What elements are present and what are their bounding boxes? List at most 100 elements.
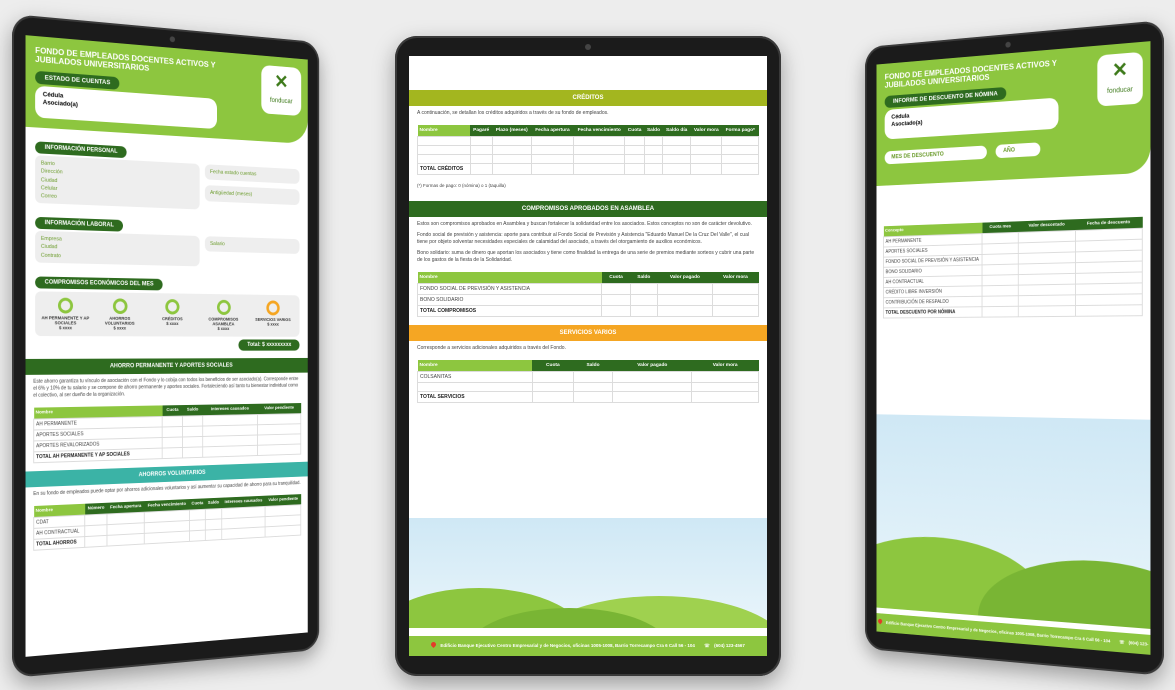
col-saldo: Saldo bbox=[630, 272, 658, 284]
col-plazo: Plazo (meses) bbox=[492, 125, 532, 137]
col-cuota: Cuota bbox=[624, 125, 645, 137]
commitment-item: CRÉDITOS $ xxxx bbox=[147, 299, 197, 331]
footer-phone: (604) 123-4567 bbox=[1003, 640, 1149, 655]
compromisos-text2: Fondo social de previsión y asistencia: … bbox=[417, 232, 749, 246]
header-band: FONDO DE EMPLEADOS DOCENTES ACTIVOS Y JU… bbox=[25, 35, 308, 145]
landscape-illustration bbox=[876, 414, 1151, 629]
table-total-row: TOTAL COMPROMISOS bbox=[416, 305, 760, 318]
col-saldo: Saldo bbox=[182, 404, 203, 417]
header-band: FONDO DE EMPLEADOS DOCENTES ACTIVOS Y JU… bbox=[876, 41, 1151, 187]
location-pin-icon bbox=[877, 617, 884, 625]
creditos-title: CRÉDITOS bbox=[409, 90, 767, 106]
table-row: COLSANITAS bbox=[417, 371, 759, 384]
col-apertura: Fecha apertura bbox=[531, 125, 574, 137]
creditos-note: (*) Formas de pago: 0 (nómina) o 1 (taqu… bbox=[417, 183, 506, 188]
phone-icon: ☏ bbox=[1119, 639, 1125, 645]
ahorro-perm-text: Este ahorro garantiza tu vínculo de asoc… bbox=[33, 376, 299, 399]
ano-field: AÑO bbox=[996, 141, 1041, 158]
col-saldo: Saldo bbox=[573, 360, 613, 372]
table-row: BONO SOLIDARIO bbox=[416, 294, 760, 307]
col-forma-pago: Forma pago* bbox=[721, 125, 759, 137]
table-total-row: TOTAL SERVICIOS bbox=[417, 391, 759, 404]
fund-title: FONDO DE EMPLEADOS DOCENTES ACTIVOS Y JU… bbox=[884, 57, 1057, 90]
piggy-icon bbox=[57, 297, 74, 314]
col-pagado: Valor pagado bbox=[657, 272, 713, 284]
creditos-text: A continuación, se detallan los créditos… bbox=[417, 110, 609, 116]
savings-icon bbox=[112, 298, 128, 315]
compromisos-title: COMPROMISOS APROBADOS EN ASAMBLEA bbox=[409, 201, 767, 218]
footer-phone: (604) 123-4567 bbox=[714, 643, 745, 648]
col-mora: Valor mora bbox=[690, 125, 722, 137]
work-info-label: INFORMACIÓN LABORAL bbox=[35, 216, 123, 232]
phone-icon: ☏ bbox=[704, 643, 710, 648]
details-page: CRÉDITOS A continuación, se detallan los… bbox=[409, 56, 767, 656]
payroll-table: Concepto Cuota mes Valor descontado Fech… bbox=[883, 216, 1143, 319]
table-row bbox=[417, 145, 759, 155]
col-nombre: Nombre bbox=[417, 125, 471, 137]
table-total-row: TOTAL DESCUENTO POR NÓMINA bbox=[883, 304, 1143, 319]
personal-fields: Barrio Dirección Ciudad Celular Correo bbox=[35, 155, 200, 210]
ahorros-vol-table: Nombre Número Fecha apertura Fecha venci… bbox=[33, 494, 301, 551]
col-cuota: Cuota bbox=[189, 498, 206, 511]
compromisos-table: Nombre Cuota Saldo Valor pagado Valor mo… bbox=[416, 272, 760, 318]
logo-mark-icon: ✕ bbox=[1111, 58, 1128, 82]
commitment-item: COMPROMISOS ASAMBLEA $ xxxx bbox=[199, 299, 247, 332]
landscape-illustration bbox=[409, 518, 767, 628]
commitment-item: SERVICIOS VARIOS $ xxxx bbox=[249, 300, 296, 331]
col-pagado: Valor pagado bbox=[612, 360, 692, 372]
col-cuota: Cuota bbox=[601, 272, 631, 284]
ahorro-perm-table: Nombre Cuota Saldo Intereses causados Va… bbox=[33, 403, 301, 463]
field-fecha-estado: Fecha estado cuentas bbox=[204, 164, 300, 185]
servicios-table: Nombre Cuota Saldo Valor pagado Valor mo… bbox=[417, 360, 759, 404]
col-mora: Valor mora bbox=[691, 360, 759, 372]
footer-address: Edificio Banque Ejecutivo Centro Empresa… bbox=[885, 620, 1111, 644]
tablet-right: FONDO DE EMPLEADOS DOCENTES ACTIVOS Y JU… bbox=[864, 20, 1164, 676]
tablet-left: FONDO DE EMPLEADOS DOCENTES ACTIVOS Y JU… bbox=[12, 14, 320, 678]
creditos-table: Nombre Pagaré Plazo (meses) Fecha apertu… bbox=[417, 125, 759, 175]
col-mora: Valor mora bbox=[712, 272, 759, 284]
col-cuota: Cuota bbox=[162, 405, 183, 417]
col-pagare: Pagaré bbox=[470, 125, 493, 137]
mes-field: MES DE DESCUENTO bbox=[884, 145, 987, 165]
commitments-total: Total: $ xxxxxxxxx bbox=[238, 339, 300, 351]
col-vencimiento: Fecha vencimiento bbox=[573, 125, 625, 137]
table-row bbox=[417, 136, 759, 146]
field-antiguedad: Antigüedad (meses) bbox=[204, 185, 300, 205]
commitments-section: COMPROMISOS ECONÓMICOS DEL MES AH PERMAN… bbox=[26, 262, 308, 351]
location-pin-icon bbox=[430, 640, 438, 649]
commitment-item: AH PERMANENTE Y AP SOCIALES $ xxxx bbox=[39, 297, 92, 330]
col-cuota: Cuota bbox=[532, 360, 574, 372]
camera-dot bbox=[585, 44, 591, 50]
services-icon bbox=[266, 300, 280, 316]
servicios-text: Corresponde a servicios adicionales adqu… bbox=[417, 345, 566, 352]
logo-mark-icon: ✕ bbox=[274, 71, 289, 93]
table-row bbox=[417, 382, 759, 393]
commitments-grid: AH PERMANENTE Y AP SOCIALES $ xxxx AHORRO… bbox=[35, 291, 300, 337]
fonducar-logo: ✕ fonducar bbox=[261, 64, 302, 117]
table-row: FONDO SOCIAL DE PREVISIÓN Y ASISTENCIA bbox=[416, 283, 760, 296]
col-saldo-dia: Saldo día bbox=[662, 125, 691, 137]
credit-icon bbox=[165, 299, 180, 315]
compromisos-text3: Bono solidario: suma de dinero que aport… bbox=[417, 250, 755, 264]
work-info-section: INFORMACIÓN LABORAL Empresa Ciudad Contr… bbox=[26, 203, 308, 269]
col-saldo: Saldo bbox=[205, 497, 222, 510]
tablet-middle: CRÉDITOS A continuación, se detallan los… bbox=[395, 36, 781, 676]
fonducar-logo: ✕ fonducar bbox=[1097, 51, 1143, 107]
commitments-label: COMPROMISOS ECONÓMICOS DEL MES bbox=[35, 276, 163, 291]
work-fields: Empresa Ciudad Contrato bbox=[35, 230, 200, 267]
top-spacer bbox=[409, 56, 767, 90]
page-footer: Edificio Banque Ejecutivo Centro Empresa… bbox=[409, 636, 767, 656]
field-salario: Salario bbox=[204, 236, 300, 255]
camera-dot bbox=[169, 36, 176, 43]
statement-page: FONDO DE EMPLEADOS DOCENTES ACTIVOS Y JU… bbox=[25, 35, 308, 657]
commitment-item: AHORROS VOLUNTARIOS $ xxxx bbox=[94, 298, 145, 331]
col-saldo: Saldo bbox=[644, 125, 663, 137]
servicios-title: SERVICIOS VARIOS bbox=[409, 325, 767, 342]
table-total-row: TOTAL CRÉDITOS bbox=[417, 163, 759, 175]
table-row bbox=[417, 154, 759, 164]
handshake-icon bbox=[216, 299, 231, 315]
footer-address: Edificio Banque Ejecutivo Centro Empresa… bbox=[440, 643, 695, 648]
compromisos-text1: Estos son compromisos aprobados en Asamb… bbox=[417, 221, 752, 228]
col-nombre: Nombre bbox=[417, 272, 602, 284]
payroll-page: FONDO DE EMPLEADOS DOCENTES ACTIVOS Y JU… bbox=[876, 41, 1151, 655]
